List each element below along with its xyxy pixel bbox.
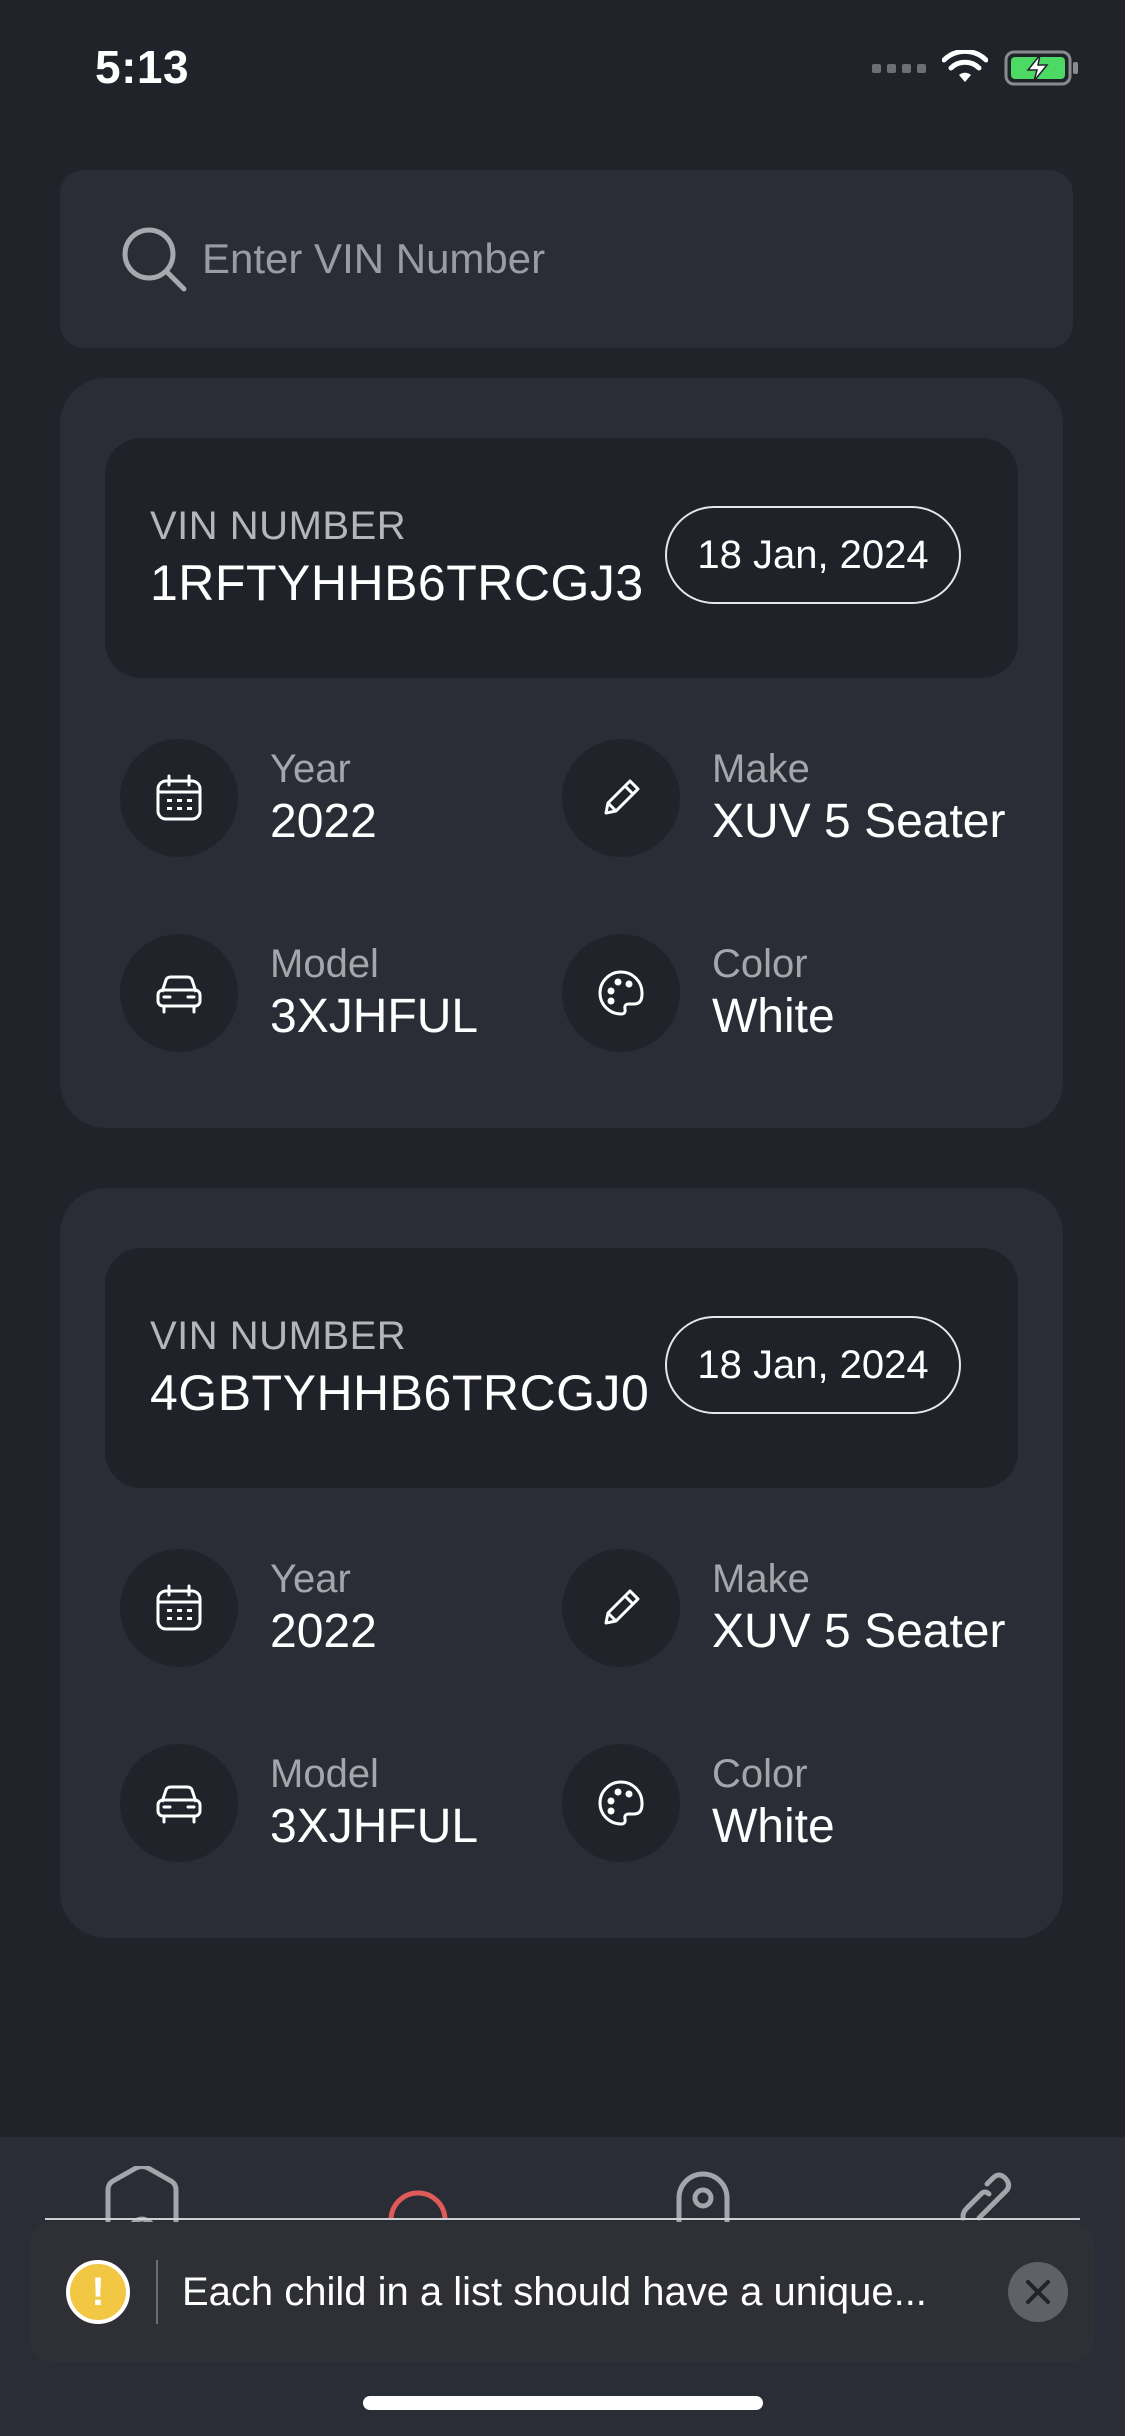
battery-charging-icon xyxy=(1004,50,1078,86)
color-value: White xyxy=(712,990,835,1043)
circle-icon[interactable] xyxy=(386,2170,450,2222)
search-icon xyxy=(122,227,187,292)
car-icon xyxy=(156,1785,202,1824)
link-icon[interactable] xyxy=(955,2172,1015,2222)
date-badge: 18 Jan, 2024 xyxy=(665,506,961,604)
make-value: XUV 5 Seater xyxy=(712,795,1006,848)
home-icon[interactable] xyxy=(102,2166,182,2226)
vin-search-bar[interactable] xyxy=(60,170,1073,348)
status-indicators xyxy=(872,48,1080,88)
vin-panel: VIN NUMBER 4GBTYHHB6TRCGJ0 18 Jan, 2024 xyxy=(105,1248,1018,1488)
year-label: Year xyxy=(270,747,351,791)
vin-label: VIN NUMBER xyxy=(150,1314,407,1358)
car-icon xyxy=(156,975,202,1014)
pencil-icon xyxy=(604,779,640,815)
warning-toast[interactable]: ! Each child in a list should have a uni… xyxy=(30,2222,1095,2362)
warning-icon: ! xyxy=(66,2260,130,2324)
year-value: 2022 xyxy=(270,795,377,848)
tab-bar-divider xyxy=(45,2218,1080,2220)
vin-search-input[interactable] xyxy=(200,234,984,284)
spec-make: Make XUV 5 Seater xyxy=(562,1549,1005,1667)
spec-year: Year 2022 xyxy=(120,739,377,857)
make-label: Make xyxy=(712,747,810,791)
vehicle-card[interactable]: VIN NUMBER 1RFTYHHB6TRCGJ3 18 Jan, 2024 … xyxy=(60,378,1063,1128)
color-label: Color xyxy=(712,942,808,986)
spec-color: Color White xyxy=(562,1744,835,1862)
spec-model: Model 3XJHFUL xyxy=(120,1744,478,1862)
vin-label: VIN NUMBER xyxy=(150,504,407,548)
wifi-icon xyxy=(942,50,988,82)
vehicle-card[interactable]: VIN NUMBER 4GBTYHHB6TRCGJ0 18 Jan, 2024 … xyxy=(60,1188,1063,1938)
vin-number: 4GBTYHHB6TRCGJ0 xyxy=(150,1365,650,1421)
status-time: 5:13 xyxy=(95,41,190,93)
model-value: 3XJHFUL xyxy=(270,990,479,1043)
calendar-icon xyxy=(156,1584,202,1631)
palette-icon xyxy=(598,1780,644,1826)
color-value: White xyxy=(712,1800,835,1853)
year-value: 2022 xyxy=(270,1605,377,1658)
location-icon[interactable] xyxy=(675,2170,731,2222)
cellular-signal-icon xyxy=(872,63,926,73)
home-indicator xyxy=(363,2396,763,2410)
make-label: Make xyxy=(712,1557,810,1601)
spec-color: Color White xyxy=(562,934,835,1052)
make-value: XUV 5 Seater xyxy=(712,1605,1006,1658)
pencil-icon xyxy=(604,1589,640,1625)
vin-number: 1RFTYHHB6TRCGJ3 xyxy=(150,555,644,611)
toast-close-button[interactable] xyxy=(1008,2262,1068,2322)
year-label: Year xyxy=(270,1557,351,1601)
vin-panel: VIN NUMBER 1RFTYHHB6TRCGJ3 18 Jan, 2024 xyxy=(105,438,1018,678)
toast-separator xyxy=(156,2260,158,2324)
model-label: Model xyxy=(270,942,379,986)
spec-model: Model 3XJHFUL xyxy=(120,934,478,1052)
calendar-icon xyxy=(156,774,202,821)
color-label: Color xyxy=(712,1752,808,1796)
model-value: 3XJHFUL xyxy=(270,1800,479,1853)
close-icon xyxy=(1026,2280,1050,2304)
spec-make: Make XUV 5 Seater xyxy=(562,739,1005,857)
model-label: Model xyxy=(270,1752,379,1796)
palette-icon xyxy=(598,970,644,1016)
spec-year: Year 2022 xyxy=(120,1549,377,1667)
toast-message: Each child in a list should have a uniqu… xyxy=(182,2269,927,2314)
date-badge: 18 Jan, 2024 xyxy=(665,1316,961,1414)
